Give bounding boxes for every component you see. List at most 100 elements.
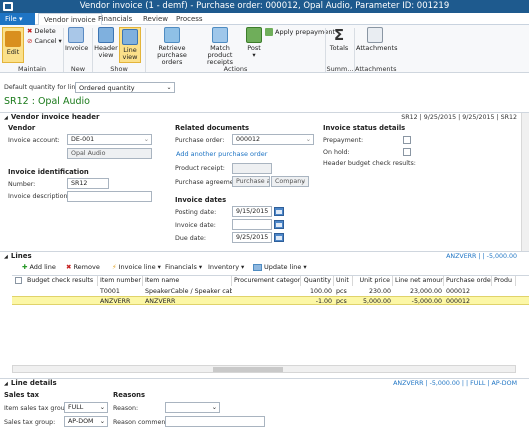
col-item-number[interactable]: Item number xyxy=(98,276,143,286)
default-qty-select[interactable]: Ordered quantity ⌄ xyxy=(75,82,175,93)
tab-review[interactable]: Review xyxy=(138,13,173,25)
edit-button[interactable]: Edit xyxy=(2,27,24,63)
invoice-line-label: Invoice line xyxy=(118,263,156,271)
chevron-down-icon: ▾ xyxy=(252,51,256,59)
agreement-field-b[interactable]: Company ⌄ xyxy=(271,176,309,187)
col-procurement-category[interactable]: Procurement category xyxy=(232,276,301,286)
line-view-label: Line view xyxy=(122,46,138,61)
retrieve-po-button[interactable]: Retrieve purchase orders xyxy=(147,27,197,66)
item-name-cell: SpeakerCable / Speaker cable... xyxy=(145,288,232,295)
group-attachments: Attachments xyxy=(355,65,397,73)
pencil-icon xyxy=(5,31,21,47)
due-date-input[interactable]: 9/25/2015 xyxy=(232,232,272,243)
quantity-cell: 100.00 xyxy=(309,288,332,295)
add-po-link[interactable]: Add another purchase order xyxy=(176,150,267,158)
calendar-icon[interactable] xyxy=(274,220,284,229)
details-summary: ANZVERR | -5,000.00 | | FULL | AP-DOM xyxy=(393,380,517,387)
financials-menu[interactable]: Financials ▾ xyxy=(165,263,202,271)
sigma-icon: Σ xyxy=(333,26,345,44)
cancel-icon: ⊘ xyxy=(27,37,33,45)
table-row[interactable]: T0001 SpeakerCable / Speaker cable... 10… xyxy=(12,287,529,296)
unit-price-cell: 230.00 xyxy=(368,288,391,295)
delete-button[interactable]: ✖ Delete xyxy=(27,27,56,35)
tab-process[interactable]: Process xyxy=(171,13,208,25)
lines-summary: ANZVERR | | -5,000.00 xyxy=(446,253,517,260)
related-title: Related documents xyxy=(175,124,250,132)
horizontal-scrollbar[interactable] xyxy=(12,365,516,373)
po-input[interactable]: 000012 ⌄ xyxy=(232,134,314,145)
receipt-label: Product receipt: xyxy=(175,165,225,172)
chevron-down-icon: ⌄ xyxy=(211,404,217,411)
chevron-down-icon: ▾ xyxy=(241,263,245,271)
post-button[interactable]: Post ▾ xyxy=(244,27,264,59)
on-hold-checkbox[interactable] xyxy=(403,148,411,156)
sales-tax-select[interactable]: AP-DOM ⌄ xyxy=(64,416,108,427)
col-budget-check[interactable]: Budget check results xyxy=(25,276,98,286)
description-input[interactable] xyxy=(67,191,152,202)
attachments-button[interactable]: Attachments xyxy=(356,27,398,52)
add-line-button[interactable]: ✚ Add line xyxy=(22,263,56,271)
on-hold-label: On hold: xyxy=(323,149,350,156)
attachment-icon xyxy=(367,27,383,43)
col-purchase-order[interactable]: Purchase order xyxy=(444,276,492,286)
cancel-button[interactable]: ⊘ Cancel ▾ xyxy=(27,37,62,45)
table-row-selected[interactable]: ANZVERR ANZVERR -1.00 pcs 5,000.00 -5,00… xyxy=(12,296,529,305)
calendar-icon[interactable] xyxy=(274,207,284,216)
line-net-amount-cell: 23,000.00 xyxy=(409,288,442,295)
invoice-line-menu[interactable]: ⚡ Invoice line ▾ xyxy=(112,263,161,271)
reason-select[interactable]: ⌄ xyxy=(165,402,220,413)
delete-label: Delete xyxy=(34,27,56,35)
header-view-button[interactable]: Header view xyxy=(94,27,118,59)
agreement-field-a[interactable]: Purchase a xyxy=(232,176,270,187)
select-all-checkbox[interactable] xyxy=(15,277,22,284)
inventory-label: Inventory xyxy=(208,263,240,271)
group-maintain: Maintain xyxy=(18,65,46,73)
col-product[interactable]: Produ xyxy=(492,276,516,286)
section-title: Line details xyxy=(10,379,57,387)
budget-check-label: Header budget check results: xyxy=(323,160,416,167)
remove-button[interactable]: ✖ Remove xyxy=(66,263,100,271)
reason-label: Reason: xyxy=(113,405,139,412)
lines-toolbar: ✚ Add line ✖ Remove ⚡ Invoice line ▾ Financi… xyxy=(0,261,529,273)
default-qty-label: Default quantity for lines: xyxy=(4,84,85,91)
number-input[interactable]: SR12 xyxy=(67,178,109,189)
totals-button[interactable]: Σ Totals xyxy=(328,27,350,52)
tab-file[interactable]: File ▾ xyxy=(0,13,35,25)
item-tax-value: FULL xyxy=(68,404,84,411)
col-quantity[interactable]: Quantity xyxy=(301,276,334,286)
scroll-thumb[interactable] xyxy=(213,367,283,372)
inventory-menu[interactable]: Inventory ▾ xyxy=(208,263,244,271)
posting-date-input[interactable]: 9/15/2015 xyxy=(232,206,272,217)
collapse-icon: ◢ xyxy=(4,381,8,387)
col-unit[interactable]: Unit xyxy=(334,276,353,286)
calendar-icon[interactable] xyxy=(274,233,284,242)
delete-icon: ✖ xyxy=(27,27,33,35)
invoice-button[interactable]: Invoice xyxy=(65,27,88,52)
prepayment-checkbox[interactable] xyxy=(403,136,411,144)
reasons-title: Reasons xyxy=(113,391,146,399)
prepayment-icon xyxy=(265,28,273,36)
chevron-down-icon: ▾ xyxy=(198,263,203,271)
invoice-account-input[interactable]: DE-001 ⌄ xyxy=(67,134,152,145)
vertical-scrollbar[interactable] xyxy=(521,113,529,251)
cancel-label: Cancel xyxy=(34,37,57,45)
col-unit-price[interactable]: Unit price xyxy=(353,276,393,286)
item-tax-label: Item sales tax group: xyxy=(4,405,71,412)
chevron-down-icon: ⌄ xyxy=(300,178,306,185)
sales-tax-value: AP-DOM xyxy=(68,418,94,425)
col-line-net-amount[interactable]: Line net amount xyxy=(393,276,444,286)
reason-comment-input[interactable] xyxy=(165,416,265,427)
tab-financials[interactable]: Financials xyxy=(93,13,137,25)
group-summary: Summ... xyxy=(326,65,354,73)
receipt-field[interactable] xyxy=(232,163,272,174)
po-value: 000012 xyxy=(236,136,261,143)
item-tax-select[interactable]: FULL ⌄ xyxy=(64,402,108,413)
match-receipts-button[interactable]: Match product receipts xyxy=(198,27,242,66)
line-view-button[interactable]: Line view xyxy=(119,27,141,63)
match-label: Match product receipts xyxy=(207,44,233,66)
invoice-date-input[interactable] xyxy=(232,219,272,230)
line-view-icon xyxy=(122,29,138,45)
update-line-menu[interactable]: Update line ▾ xyxy=(253,263,307,271)
vendor-title: Vendor xyxy=(8,124,36,132)
col-item-name[interactable]: Item name xyxy=(143,276,232,286)
